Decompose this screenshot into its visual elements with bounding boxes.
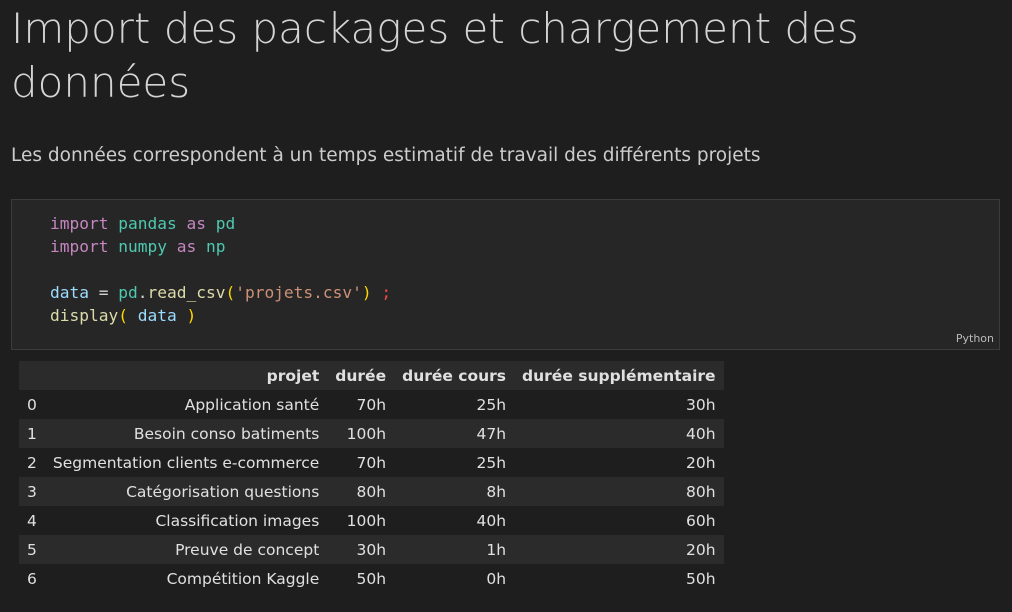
row-index: 1 [27,424,37,443]
table-cell: 25h [476,395,507,414]
string-literal: 'projets.csv' [235,283,362,302]
keyword: import [50,237,109,256]
row-index: 2 [27,453,37,472]
table-row: 1 Besoin conso batiments 100h 47h 40h [19,419,724,448]
module-alias: pd [215,214,236,233]
row-index: 5 [27,540,37,559]
table-row: 6 Compétition Kaggle 50h 0h 50h [19,564,724,593]
row-index: 0 [27,395,37,414]
row-index: 3 [27,482,37,501]
table-cell: Preuve de concept [175,540,320,559]
table-row: 5 Preuve de concept 30h 1h 20h [19,535,724,564]
table-cell: 8h [486,482,507,501]
code-line-1: import pandas as pd [50,214,235,233]
code-line-2: import numpy as np [50,237,225,256]
semicolon: ; [381,283,392,302]
table-cell: 47h [476,424,507,443]
table-cell: 70h [356,453,387,472]
paren-open: ( [118,306,128,325]
function-call: read_csv [147,283,226,302]
markdown-description: Les données correspondent à un temps est… [11,145,761,166]
column-header: durée [335,366,387,385]
table-cell: 20h [686,540,716,559]
table-cell: Application santé [184,395,320,414]
table-cell: 30h [356,540,387,559]
keyword: as [176,237,197,256]
paren-close: ) [186,306,197,325]
table-cell: Besoin conso batiments [133,424,320,443]
module-name: pandas [118,214,177,233]
object: pd [118,283,138,302]
table-row: 0 Application santé 70h 25h 30h [19,390,724,419]
table-cell: 60h [686,511,716,530]
paren-open: ( [225,283,236,302]
table-cell: Segmentation clients e-commerce [52,453,320,472]
table-cell: 50h [686,569,716,588]
code-editor[interactable]: import pandas as pd import numpy as np d… [50,212,391,327]
table-row: 4 Classification images 100h 40h 60h [19,506,724,535]
table-header-row: projet durée durée cours durée supplémen… [19,361,724,390]
table-cell: 80h [356,482,387,501]
variable: data [137,306,177,325]
table-cell: 25h [476,453,507,472]
notebook-page: Import des packages et chargement des do… [0,0,1012,612]
variable: data [50,283,89,302]
module-alias: np [205,237,226,256]
table-row: 2 Segmentation clients e-commerce 70h 25… [19,448,724,477]
table-cell: 50h [356,569,387,588]
code-line-4: data = pd.read_csv('projets.csv') ; [50,283,391,302]
table-cell: 80h [686,482,716,501]
table-cell: Compétition Kaggle [166,569,320,588]
section-heading: Import des packages et chargement des do… [11,4,859,107]
code-line-5: display( data ) [50,306,196,325]
column-header: durée supplémentaire [522,366,716,385]
function-call: display [50,306,119,325]
column-header: durée cours [402,366,507,385]
code-cell[interactable]: import pandas as pd import numpy as np d… [11,199,1000,350]
keyword: as [186,214,206,233]
table-cell: 40h [686,424,716,443]
table-cell: 20h [686,453,716,472]
keyword: import [50,214,109,233]
column-header [19,361,45,390]
table-cell: 40h [476,511,507,530]
column-header: projet [266,366,320,385]
dataframe-output: projet durée durée cours durée supplémen… [19,361,724,593]
table-cell: Classification images [155,511,320,530]
table-cell: 70h [356,395,387,414]
table-cell: 0h [486,569,507,588]
table-cell: 1h [486,540,507,559]
row-index: 4 [27,511,37,530]
paren-close: ) [361,283,372,302]
cell-language-label[interactable]: Python [956,332,994,345]
table-cell: 30h [686,395,716,414]
operator: = [98,283,109,302]
table-cell: 100h [346,511,387,530]
row-index: 6 [27,569,37,588]
table-cell: 100h [346,424,387,443]
table-cell: Catégorisation questions [126,482,320,501]
table-row: 3 Catégorisation questions 80h 8h 80h [19,477,724,506]
module-name: numpy [118,237,167,256]
